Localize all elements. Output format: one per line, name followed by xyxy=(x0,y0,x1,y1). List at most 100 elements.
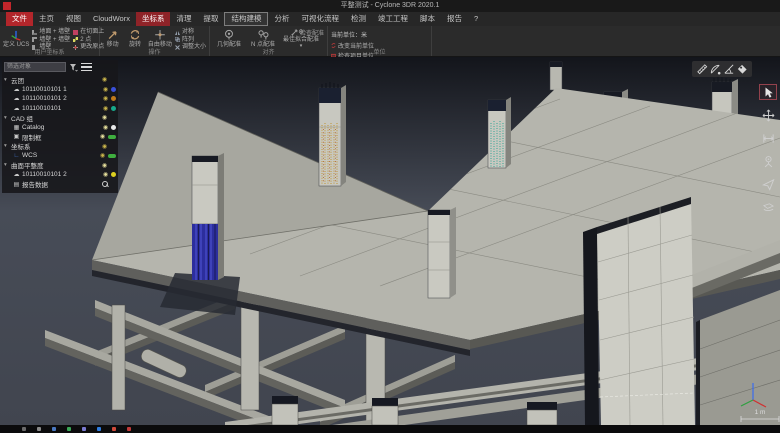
geometric-registration-button[interactable]: 几何配准 xyxy=(213,28,245,48)
magnifier-icon[interactable] xyxy=(102,181,108,187)
manip-small-col: 对称 阵列 调整大小 xyxy=(175,28,206,48)
bulb-icon[interactable]: ◉ xyxy=(101,114,108,121)
viewport-area: 1 m ▾ 云团 ◉ ☁ 10110010101 1 ◉ xyxy=(0,57,780,425)
taskbar-icon[interactable] xyxy=(37,427,41,431)
fly-through-icon xyxy=(762,178,775,191)
mirror-button[interactable]: 对称 xyxy=(175,29,206,36)
color-swatch[interactable] xyxy=(111,172,116,177)
tab-report[interactable]: 报告 xyxy=(441,12,468,26)
tab-extract[interactable]: 提取 xyxy=(197,12,224,26)
bulb-icon[interactable]: ◉ xyxy=(99,133,106,140)
tree-group-coordinate-systems[interactable]: ▾ 坐标系 ◉ xyxy=(4,142,116,152)
n-point-registration-icon xyxy=(257,29,269,41)
taskbar-icon[interactable] xyxy=(22,427,26,431)
cloud-icon: ☁ xyxy=(13,171,20,178)
select-tool-button[interactable] xyxy=(759,84,777,100)
visibility-eye-icon[interactable]: ◉ xyxy=(102,86,109,93)
tab-view[interactable]: 视图 xyxy=(60,12,87,26)
group-label-ucs: 用户坐标系 xyxy=(0,47,99,56)
define-ucs-button[interactable]: 定义 UCS xyxy=(3,28,29,48)
taskbar-icon[interactable] xyxy=(97,427,101,431)
tree-item-report-data[interactable]: ▤ 报告数据 xyxy=(4,180,116,190)
taskbar-icon[interactable] xyxy=(112,427,116,431)
free-move-button[interactable]: 自由移动 xyxy=(148,28,172,48)
bulb-icon[interactable]: ◉ xyxy=(102,171,109,178)
taskbar-icon[interactable] xyxy=(82,427,86,431)
filter-input[interactable] xyxy=(4,62,66,72)
caret-icon[interactable]: ▾ xyxy=(4,143,9,149)
color-swatch[interactable] xyxy=(111,125,116,130)
color-swatch[interactable] xyxy=(111,96,116,101)
caret-icon[interactable]: ▾ xyxy=(4,77,9,83)
tree-group-surface-flatness[interactable]: ▾ 曲面平整度 ◉ xyxy=(4,161,116,171)
rotate-button[interactable]: 旋转 xyxy=(125,28,144,48)
tab-construction[interactable]: 竣工工程 xyxy=(372,12,414,26)
tab-home[interactable]: 主页 xyxy=(33,12,60,26)
move-view-button[interactable] xyxy=(759,107,777,123)
application-window: 平整测试 - Cyclone 3DR 2020.1 文件 主页 视图 Cloud… xyxy=(0,0,780,433)
tab-script[interactable]: 脚本 xyxy=(414,12,441,26)
taskbar-icon[interactable] xyxy=(127,427,131,431)
color-swatch[interactable] xyxy=(111,106,116,111)
ucs-options-col-1: 地面 + 墙壁 墙壁 + 墙壁 墙壁 xyxy=(32,28,70,48)
tree-item-cloud-2[interactable]: ☁ 10110010101 2 ◉ xyxy=(4,94,116,104)
wall-wall-icon xyxy=(32,37,37,42)
tab-inspect[interactable]: 检测 xyxy=(345,12,372,26)
tab-clean[interactable]: 清理 xyxy=(170,12,197,26)
tab-structure-modeling[interactable]: 结构建模 xyxy=(224,12,268,26)
tab-analyze[interactable]: 分析 xyxy=(268,12,295,26)
ucs-ground-wall[interactable]: 地面 + 墙壁 xyxy=(32,29,70,36)
filter-funnel-icon[interactable] xyxy=(69,63,78,72)
check-registration-button[interactable]: 检查配准 xyxy=(291,28,324,37)
visibility-eye-icon[interactable]: ◉ xyxy=(99,152,106,159)
ribbon-group-units: 当前单位：米 改变当前单位 检查项目单位 单位 xyxy=(328,26,432,56)
tree-item-cloud-3[interactable]: ☁ 10110010101 ◉ xyxy=(4,104,116,114)
color-swatch[interactable] xyxy=(108,154,116,158)
tree-item-cloud-1[interactable]: ☁ 10110010101 1 ◉ xyxy=(4,85,116,95)
bulb-icon[interactable]: ◉ xyxy=(102,124,109,131)
model-tree-panel: ▾ 云团 ◉ ☁ 10110010101 1 ◉ ☁ 10110010101 2… xyxy=(2,60,118,193)
color-swatch[interactable] xyxy=(111,87,116,92)
visibility-eye-icon[interactable]: ◉ xyxy=(101,143,108,150)
station-view-button[interactable] xyxy=(759,153,777,169)
color-swatch[interactable] xyxy=(108,135,116,139)
tab-help[interactable]: ? xyxy=(468,12,484,26)
fly-through-button[interactable] xyxy=(759,176,777,192)
caret-icon[interactable]: ▾ xyxy=(4,115,9,121)
visibility-eye-icon[interactable]: ◉ xyxy=(102,105,109,112)
cloud-icon: ☁ xyxy=(13,86,20,93)
free-move-icon xyxy=(154,29,166,41)
tree-item-flatness-cloud[interactable]: ☁ 10110010101 2 ◉ xyxy=(4,170,116,180)
tab-coordinate-system[interactable]: 坐标系 xyxy=(136,12,171,26)
n-point-registration-button[interactable]: N 点配准 xyxy=(248,28,278,48)
visibility-eye-icon[interactable]: ◉ xyxy=(102,95,109,102)
protractor-icon[interactable] xyxy=(723,63,735,75)
tree-item-wcs[interactable]: ∟ WCS ◉ xyxy=(4,151,116,161)
section-plane-button[interactable] xyxy=(759,199,777,215)
tree-group-clouds[interactable]: ▾ 云团 ◉ xyxy=(4,75,116,85)
ruler-icon[interactable] xyxy=(696,63,708,75)
tab-visualization[interactable]: 可视化流程 xyxy=(295,12,345,26)
cloud-icon: ☁ xyxy=(13,95,20,102)
array-button[interactable]: 阵列 xyxy=(175,37,206,44)
caret-icon[interactable]: ▾ xyxy=(4,162,9,168)
cloud-icon: ☁ xyxy=(13,105,20,112)
caliper-icon[interactable] xyxy=(709,63,721,75)
tag-icon[interactable] xyxy=(736,63,748,75)
taskbar-icon[interactable] xyxy=(52,427,56,431)
visibility-eye-icon[interactable]: ◉ xyxy=(101,76,108,83)
bulb-icon[interactable]: ◉ xyxy=(101,162,108,169)
move-button[interactable]: 移动 xyxy=(103,28,122,48)
taskbar-icon[interactable] xyxy=(67,427,71,431)
ucs-wall-wall[interactable]: 墙壁 + 墙壁 xyxy=(32,37,70,44)
tree-group-cad[interactable]: ▾ CAD 组 ◉ xyxy=(4,113,116,123)
rotate-icon xyxy=(129,29,141,41)
tree-item-catalog[interactable]: ▦ Catalog ◉ xyxy=(4,123,116,133)
tab-file[interactable]: 文件 xyxy=(6,12,33,26)
tree-menu-icon[interactable] xyxy=(81,63,92,71)
tree-header xyxy=(4,62,116,72)
tree-item-limit-box[interactable]: ▣ 限制框 ◉ xyxy=(4,132,116,142)
measure-distance-button[interactable] xyxy=(759,130,777,146)
tab-cloudworx[interactable]: CloudWorx xyxy=(87,12,136,26)
model-column-pointcloud-blue xyxy=(192,153,224,280)
